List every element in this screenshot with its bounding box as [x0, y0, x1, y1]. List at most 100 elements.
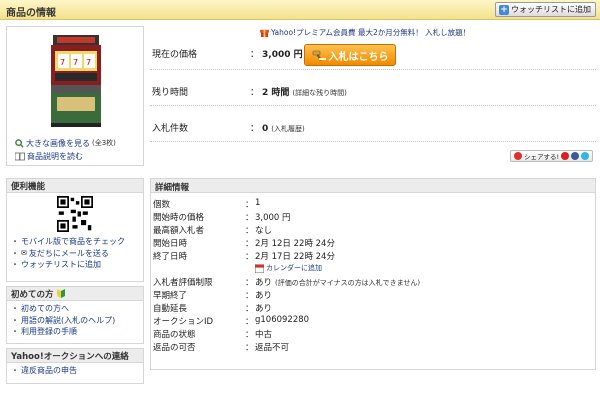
- colon: ：: [245, 252, 254, 262]
- bid-count-value-group: ： 0 (入札履歴): [250, 121, 305, 134]
- detail-label: 返品の可否: [153, 343, 196, 353]
- detail-row-early-end: 早期終了 ： あり: [151, 289, 595, 301]
- magnifier-icon: [15, 139, 24, 148]
- detail-value: 返品不可: [255, 343, 290, 353]
- share-button[interactable]: シェアする!: [510, 150, 594, 162]
- bid-history-link[interactable]: (入札履歴): [271, 124, 304, 134]
- list-item[interactable]: ・ ✉ 友だちにメールを送る: [11, 248, 139, 260]
- beginners-title: 初めての方: [11, 289, 54, 300]
- watchlist-link[interactable]: ウォッチリストに追加: [21, 259, 101, 271]
- registration-link[interactable]: 利用登録の手順: [21, 326, 77, 338]
- svg-text:7: 7: [60, 58, 65, 67]
- remaining-time: 2 時間: [262, 88, 290, 98]
- promo-text: Yahoo!プレミアム会員費 最大2か月分無料！ 入札し放題！: [271, 28, 471, 37]
- detail-row-end-date: 終了日時 ： 2月 17日 22時 24分: [151, 250, 595, 262]
- details-title: 詳細情報: [151, 179, 595, 193]
- svg-text:7: 7: [73, 58, 78, 67]
- colon: ：: [250, 50, 260, 60]
- description-link[interactable]: 商品説明を読む: [27, 150, 83, 163]
- rating-note: (評価の合計がマイナスの方は入札できません): [275, 279, 421, 287]
- detail-label: 早期終了: [153, 291, 188, 301]
- colon: ：: [245, 278, 254, 288]
- add-to-calendar-link[interactable]: カレンダーに追加: [255, 263, 322, 273]
- remaining-value-group: ： 2 時間 (詳細な残り時間): [250, 85, 347, 98]
- remaining-label: 残り時間: [152, 88, 189, 98]
- premium-promo[interactable]: Yahoo!プレミアム会員費 最大2か月分無料！ 入札し放題！: [260, 27, 470, 38]
- large-image-link[interactable]: 大きな画像を見る: [26, 137, 90, 150]
- list-item[interactable]: ・違反商品の申告: [11, 365, 139, 377]
- price-row: 現在の価格 ： 3,000 円 入札はこちら: [150, 40, 596, 70]
- detail-value: あり: [255, 278, 273, 288]
- calendar-link-label: カレンダーに追加: [266, 264, 322, 272]
- detail-value: 1: [255, 198, 261, 208]
- beginners-header: 初めての方: [7, 287, 143, 301]
- list-item[interactable]: ・ウォッチリストに追加: [11, 259, 139, 271]
- detail-value: 中古: [255, 330, 273, 340]
- yahoo-icon: [561, 152, 570, 160]
- list-item[interactable]: ・初めての方へ: [11, 303, 139, 315]
- price-label: 現在の価格: [152, 50, 198, 60]
- list-item[interactable]: ・用語の解説(入札のヘルプ): [11, 315, 139, 327]
- colon: ：: [245, 304, 254, 314]
- image-links: 大きな画像を見る (全3枚) 商品説明を読む: [15, 137, 116, 163]
- detail-row-auto-extend: 自動延長 ： あり: [151, 302, 595, 314]
- product-image[interactable]: 7 7 7: [49, 35, 103, 127]
- colon: ：: [245, 317, 254, 327]
- watchlist-button-label: ウォッチリストに追加: [511, 5, 591, 14]
- beginners-list: ・初めての方へ ・用語の解説(入札のヘルプ) ・利用登録の手順: [7, 301, 143, 340]
- detail-value: あり: [255, 304, 273, 314]
- image-count: (全3枚): [92, 139, 116, 147]
- colon: ：: [245, 226, 254, 236]
- detail-row-start-date: 開始日時 ： 2月 12日 22時 24分: [151, 237, 595, 249]
- beginner-leaf-icon: [56, 289, 65, 298]
- detail-row-auction-id: オークションID ： g106092280: [151, 315, 595, 327]
- detail-label: 自動延長: [153, 304, 188, 314]
- colon: ：: [245, 343, 254, 353]
- current-price: 3,000 円: [262, 50, 303, 60]
- detail-label: 商品の状態: [153, 330, 196, 340]
- colon: ：: [250, 88, 260, 98]
- price-value-group: ： 3,000 円: [250, 47, 303, 60]
- detail-label: 個数: [153, 200, 171, 210]
- detail-value: g106092280: [255, 315, 310, 325]
- detail-value: 2月 17日 22時 24分: [255, 252, 335, 262]
- glossary-link[interactable]: 用語の解説(入札のヘルプ): [21, 315, 115, 327]
- page-title: 商品の情報: [6, 8, 56, 19]
- beginners-panel: 初めての方 ・初めての方へ ・用語の解説(入札のヘルプ) ・利用登録の手順: [6, 286, 144, 344]
- convenience-panel: 便利機能 ・モバイル版で商品をチェック ・ ✉ 友だちにメールを送る ・ウォッチリス…: [6, 178, 144, 282]
- bid-count-label: 入札件数: [152, 124, 189, 134]
- remaining-time-row: 残り時間 ： 2 時間 (詳細な残り時間): [150, 74, 596, 106]
- beginners-link[interactable]: 初めての方へ: [21, 303, 69, 315]
- calendar-icon: [255, 263, 264, 273]
- gavel-icon: [312, 50, 326, 61]
- colon: ：: [245, 239, 254, 249]
- plus-icon: +: [499, 4, 509, 15]
- contact-panel: Yahoo!オークションへの連絡 ・違反商品の申告: [6, 348, 144, 384]
- facebook-icon: [571, 152, 580, 160]
- bid-button-label: 入札はこちら: [328, 51, 389, 63]
- add-to-watchlist-button[interactable]: + ウォッチリストに追加: [495, 2, 596, 17]
- detail-row-highest-bidder: 最高額入札者 ： なし: [151, 224, 595, 236]
- detail-value: 2月 12日 22時 24分: [255, 239, 335, 249]
- detail-row-condition: 商品の状態 ： 中古: [151, 328, 595, 340]
- list-item[interactable]: ・利用登録の手順: [11, 326, 139, 338]
- bid-button[interactable]: 入札はこちら: [304, 44, 396, 66]
- report-violation-link[interactable]: 違反商品の申告: [21, 365, 77, 377]
- detail-label: オークションID: [153, 317, 214, 327]
- contact-title: Yahoo!オークションへの連絡: [7, 349, 143, 363]
- bid-count: 0: [262, 124, 269, 134]
- list-item[interactable]: ・モバイル版で商品をチェック: [11, 236, 139, 248]
- product-image-panel: 7 7 7 大きな画像を見る (全3枚) 商品説明を読む: [6, 26, 144, 166]
- email-friend-link[interactable]: 友だちにメールを送る: [29, 248, 109, 260]
- detail-value: なし: [255, 226, 273, 236]
- calendar-row: カレンダーに追加: [151, 263, 595, 275]
- share-label: シェアする!: [524, 153, 560, 161]
- mobile-check-link[interactable]: モバイル版で商品をチェック: [21, 236, 125, 248]
- gift-icon: [260, 29, 269, 37]
- section-header: 商品の情報 + ウォッチリストに追加: [0, 0, 600, 20]
- qr-code: [57, 196, 93, 232]
- detail-row-rating-limit: 入札者評価制限 ： あり (評価の合計がマイナスの方は入札できません): [151, 276, 595, 288]
- convenience-list: ・モバイル版で商品をチェック ・ ✉ 友だちにメールを送る ・ウォッチリストに追加: [7, 234, 143, 273]
- detail-label: 開始日時: [153, 239, 188, 249]
- detailed-time-link[interactable]: (詳細な残り時間): [292, 88, 346, 98]
